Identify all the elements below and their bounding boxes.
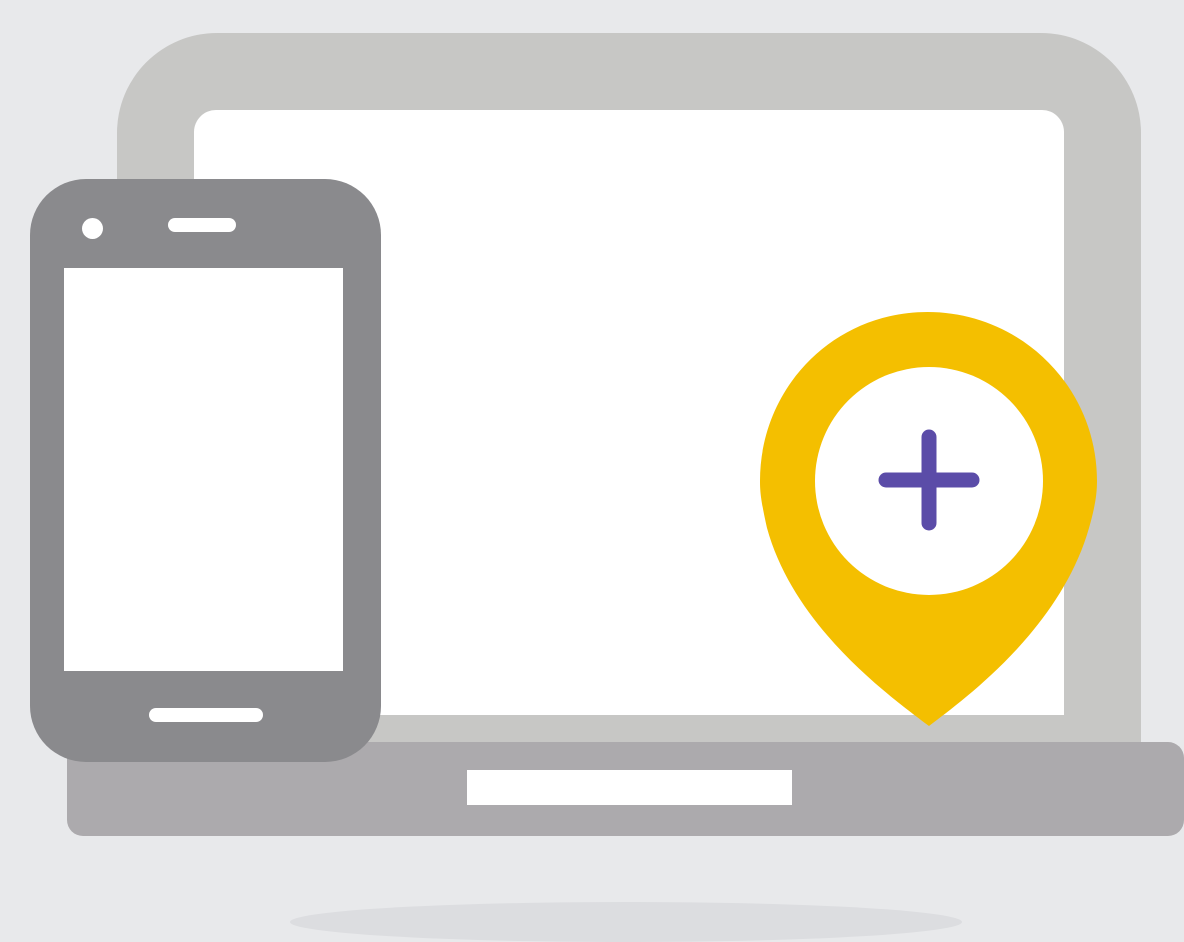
floor-shadow [290,902,962,942]
location-pin-icon [760,312,1097,726]
phone-camera-icon [82,218,103,239]
laptop-trackpad [467,770,792,805]
phone-screen [64,268,343,671]
phone-home-bar [149,708,263,722]
phone-speaker-icon [168,218,236,232]
